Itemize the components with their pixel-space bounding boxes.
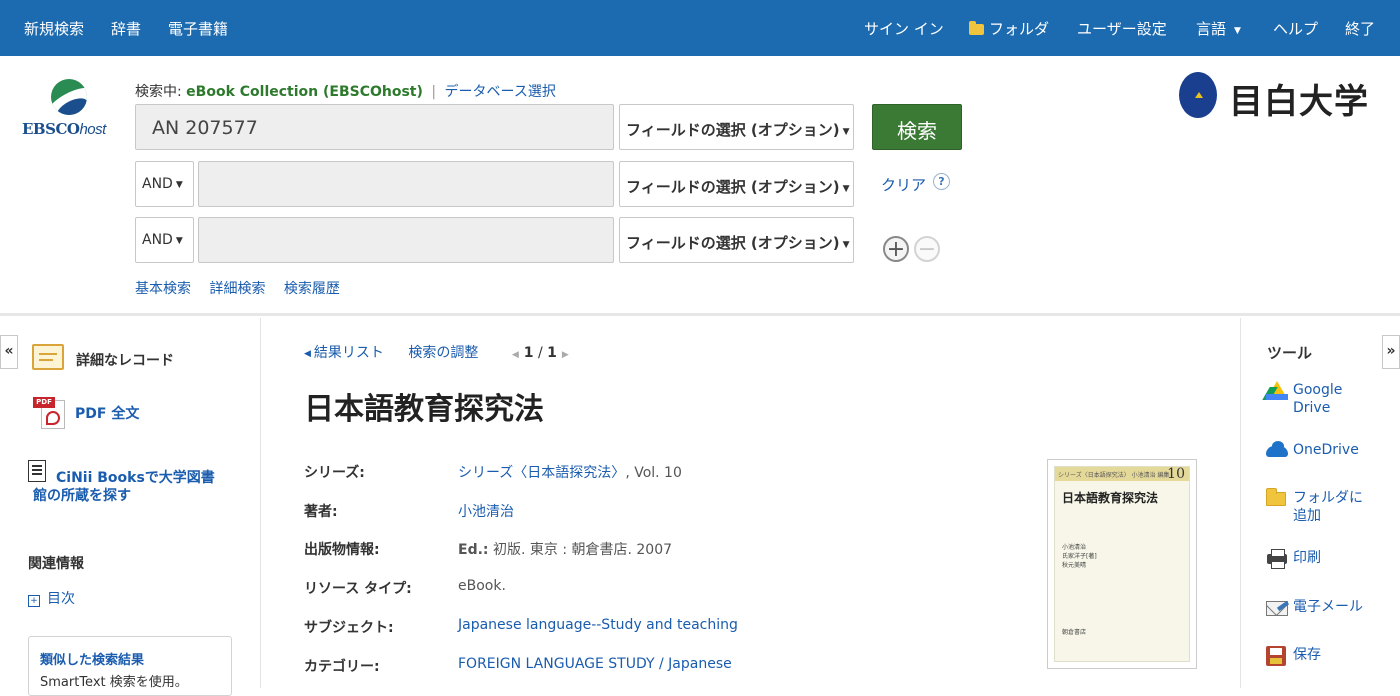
caret-down-icon: ▼ <box>842 127 850 137</box>
add-to-folder-link[interactable]: フォルダに 追加 <box>1293 489 1363 525</box>
sign-in-link[interactable]: サイン イン <box>864 18 944 39</box>
save-icon[interactable] <box>1266 645 1288 666</box>
caret-down-icon: ▼ <box>175 236 183 246</box>
result-list-link[interactable]: ◀ 結果リスト <box>304 345 384 361</box>
similar-results-box: 類似した検索結果 SmartText 検索を使用。 <box>28 636 232 696</box>
subject-link[interactable]: Japanese language--Study and teaching <box>458 617 738 633</box>
expand-icon: + <box>28 595 40 607</box>
record-title: 日本語教育探究法 <box>304 392 544 427</box>
email-icon[interactable] <box>1266 597 1288 617</box>
exit-link[interactable]: 終了 <box>1345 18 1375 39</box>
ebsco-globe-icon <box>51 79 87 115</box>
field-select-3[interactable]: フィールドの選択 (オプション) ▼ <box>619 217 854 263</box>
table-of-contents-link[interactable]: + 目次 <box>28 588 75 608</box>
similar-results-subtitle: SmartText 検索を使用。 <box>40 675 188 690</box>
university-emblem-icon <box>1179 72 1217 118</box>
field-select-1[interactable]: フィールドの選択 (オプション) ▼ <box>619 104 854 150</box>
book-cover-image[interactable]: シリーズ〈日本語探究法〉 小池清治 編集 10 日本語教育探究法 小池清治 氏家洋… <box>1047 459 1197 669</box>
help-link[interactable]: ヘルプ <box>1273 18 1318 39</box>
collapse-right-button[interactable]: » <box>1382 335 1400 369</box>
caret-down-icon: ▼ <box>1234 26 1241 36</box>
top-nav-bar: 新規検索 辞書 電子書籍 サイン イン フォルダ ユーザー設定 言語 ▼ ヘルプ … <box>0 0 1400 56</box>
print-link[interactable]: 印刷 <box>1293 549 1321 567</box>
advanced-search-link[interactable]: 詳細検索 <box>209 281 265 297</box>
detailed-record-label: 詳細なレコード <box>76 353 174 369</box>
folder-icon[interactable] <box>1266 488 1288 508</box>
prev-arrow-icon[interactable]: ◀ <box>512 350 519 360</box>
remove-row-icon[interactable]: − <box>914 236 940 262</box>
save-link[interactable]: 保存 <box>1293 646 1321 664</box>
record-nav: ◀ 結果リスト 検索の調整 ◀ 1 / 1 ▶ <box>304 342 574 362</box>
email-link[interactable]: 電子メール <box>1293 598 1363 616</box>
pdf-full-text-link[interactable]: PDF 全文 <box>75 403 139 423</box>
onedrive-link[interactable]: OneDrive <box>1293 441 1359 459</box>
folder-icon <box>969 21 984 35</box>
cinii-books-link[interactable]: CiNii Booksで大学図書 館の所蔵を探す <box>28 469 228 505</box>
searching-database: 検索中: eBook Collection (EBSCOhost) | データベ… <box>135 84 556 100</box>
caret-down-icon: ▼ <box>842 240 850 250</box>
refine-search-link[interactable]: 検索の調整 <box>408 345 478 361</box>
language-menu[interactable]: 言語 ▼ <box>1196 18 1241 39</box>
field-select-2[interactable]: フィールドの選択 (オプション) ▼ <box>619 161 854 207</box>
onedrive-icon[interactable] <box>1266 440 1288 460</box>
caret-down-icon: ▼ <box>175 180 183 190</box>
search-term-input-3[interactable] <box>198 217 614 263</box>
boolean-select-2[interactable]: AND ▼ <box>135 161 194 207</box>
google-drive-link[interactable]: Google Drive <box>1293 381 1342 417</box>
ebooks-link[interactable]: 電子書籍 <box>168 18 228 39</box>
tools-heading: ツール <box>1267 344 1313 362</box>
choose-database-link[interactable]: データベース選択 <box>445 84 556 100</box>
record-pager: ◀ 1 / 1 ▶ <box>511 345 569 361</box>
boolean-select-3[interactable]: AND ▼ <box>135 217 194 263</box>
caret-down-icon: ▼ <box>842 184 850 194</box>
pdf-icon[interactable]: PDF <box>33 397 66 429</box>
search-mode-links: 基本検索 詳細検索 検索履歴 <box>135 278 354 298</box>
next-arrow-icon[interactable]: ▶ <box>562 350 569 360</box>
search-term-input-1[interactable]: AN 207577 <box>135 104 614 150</box>
caret-left-icon: ◀ <box>304 349 311 359</box>
help-icon[interactable]: ? <box>933 173 950 190</box>
add-row-icon[interactable]: + <box>883 236 909 262</box>
detailed-record-icon <box>32 344 64 370</box>
google-drive-icon[interactable] <box>1262 381 1288 401</box>
print-icon[interactable] <box>1266 548 1288 569</box>
folder-link[interactable]: フォルダ <box>969 18 1049 39</box>
collapse-left-button[interactable]: « <box>0 335 18 369</box>
category-link[interactable]: FOREIGN LANGUAGE STUDY / Japanese <box>458 656 732 672</box>
related-info-heading: 関連情報 <box>28 556 84 572</box>
database-name: eBook Collection (EBSCOhost) <box>186 84 423 100</box>
search-term-input-2[interactable] <box>198 161 614 207</box>
new-search-link[interactable]: 新規検索 <box>24 18 84 39</box>
series-link[interactable]: シリーズ〈日本語探究法〉 <box>458 465 625 481</box>
similar-results-title[interactable]: 類似した検索結果 <box>40 649 231 668</box>
search-history-link[interactable]: 検索履歴 <box>284 281 340 297</box>
basic-search-link[interactable]: 基本検索 <box>135 281 191 297</box>
author-link[interactable]: 小池清治 <box>458 504 514 520</box>
search-button[interactable]: 検索 <box>872 104 962 150</box>
dictionary-link[interactable]: 辞書 <box>111 18 141 39</box>
clear-link[interactable]: クリア <box>881 174 926 195</box>
preferences-link[interactable]: ユーザー設定 <box>1077 18 1167 39</box>
